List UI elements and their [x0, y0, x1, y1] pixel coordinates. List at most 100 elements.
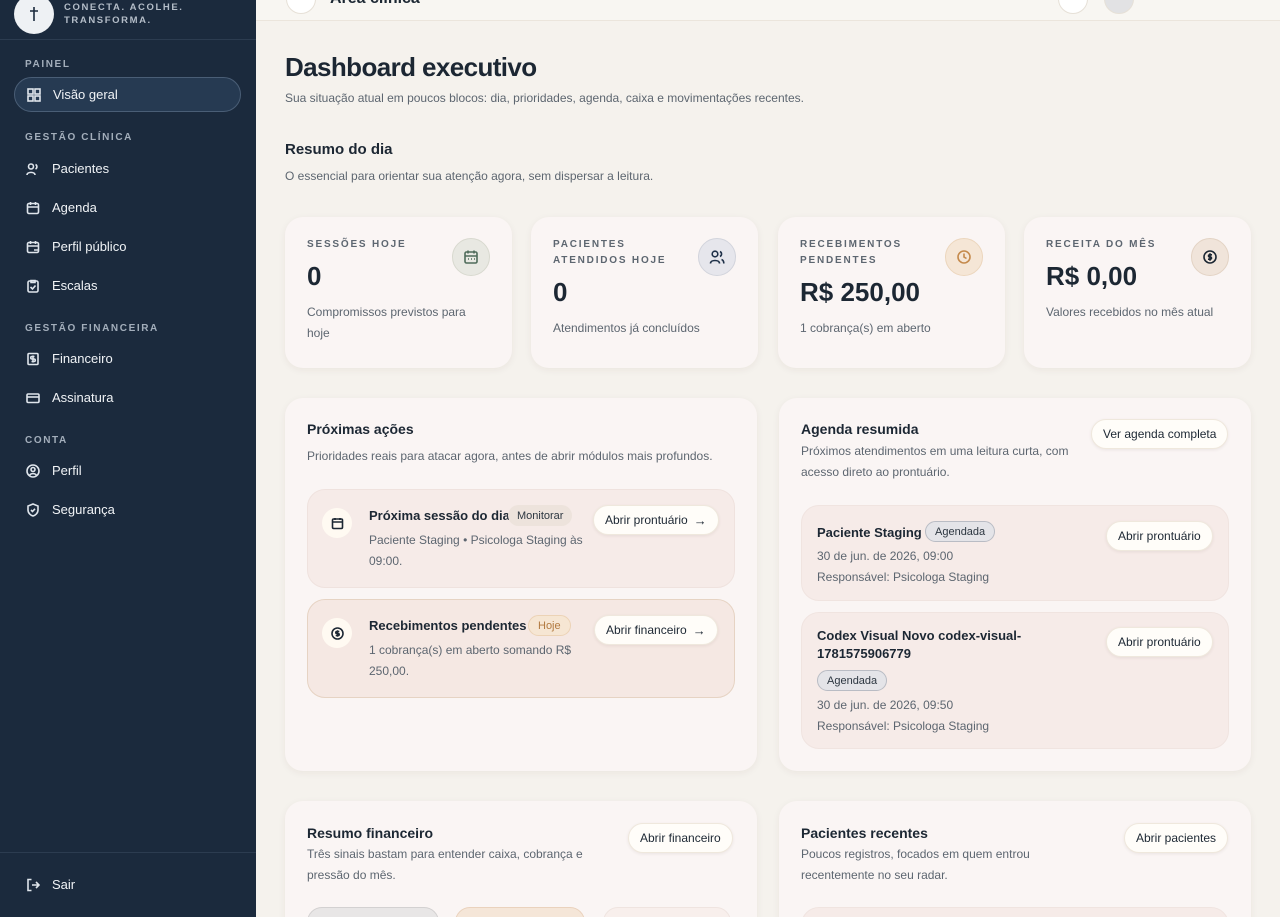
shield-icon: [26, 502, 40, 517]
finance-title: Resumo financeiro: [307, 825, 434, 841]
summary-subtitle: O essencial para orientar sua atenção ag…: [285, 169, 654, 183]
view-full-agenda-button[interactable]: Ver agenda completa: [1091, 419, 1229, 449]
stat-label: RECEITA DO MÊS: [1046, 239, 1157, 250]
stat-card-recebimentos-pendentes: RECEBIMENTOS PENDENTES R$ 250,00 1 cobra…: [778, 217, 1005, 368]
calendar-icon: [26, 201, 40, 215]
sidebar: CONECTA. ACOLHE. TRANSFORMA. PAINEL Visã…: [0, 0, 256, 917]
calendar-icon: [452, 238, 490, 276]
brand-tagline-line2: TRANSFORMA.: [64, 15, 152, 26]
receipt-icon: [26, 352, 40, 366]
action-title: Próxima sessão do dia: [369, 508, 510, 523]
sidebar-item-label: Assinatura: [52, 390, 114, 405]
open-record-button[interactable]: Abrir prontuário: [1106, 627, 1213, 657]
logout-button[interactable]: Sair: [14, 867, 241, 902]
topbar: Área clínica: [256, 0, 1280, 21]
finance-metric-chip: [603, 907, 731, 917]
stat-note: Valores recebidos no mês atual: [1046, 305, 1214, 319]
stat-card-receita-mes: RECEITA DO MÊS R$ 0,00 Valores recebidos…: [1024, 217, 1251, 368]
summary-title: Resumo do dia: [285, 141, 393, 158]
brand-logo[interactable]: [14, 0, 54, 34]
stat-value: 0: [553, 277, 568, 307]
action-card-recebimentos: Recebimentos pendentes Hoje 1 cobrança(s…: [307, 599, 735, 698]
brand: CONECTA. ACOLHE. TRANSFORMA.: [14, 0, 204, 40]
dollar-icon: [1191, 238, 1229, 276]
next-actions-panel: Próximas ações Prioridades reais para at…: [285, 398, 757, 771]
brand-tagline-line1: CONECTA. ACOLHE.: [64, 2, 184, 13]
sidebar-item-perfil-publico[interactable]: Perfil público: [14, 229, 241, 264]
stat-note: Atendimentos já concluídos: [553, 321, 700, 335]
sidebar-item-label: Escalas: [52, 278, 98, 293]
recent-patients-panel: Pacientes recentes Poucos registros, foc…: [779, 801, 1251, 917]
tree-icon: [30, 7, 38, 21]
arrow-right-icon: →: [692, 622, 706, 638]
avatar[interactable]: [1104, 0, 1134, 14]
stat-card-pacientes-atendidos: PACIENTES ATENDIDOS HOJE 0 Atendimentos …: [531, 217, 758, 368]
clipboard-icon: [26, 279, 40, 293]
status-badge: Monitorar: [508, 505, 573, 526]
sidebar-item-label: Pacientes: [52, 161, 110, 176]
open-finance-button[interactable]: Abrir financeiro: [628, 823, 733, 853]
open-record-button[interactable]: Abrir prontuário: [1106, 521, 1213, 551]
brand-tagline: CONECTA. ACOLHE. TRANSFORMA.: [64, 1, 204, 27]
recent-patients-title: Pacientes recentes: [801, 825, 928, 841]
open-finance-button[interactable]: Abrir financeiro →: [594, 615, 718, 645]
agenda-panel: Agenda resumida Próximos atendimentos em…: [779, 398, 1251, 771]
logout-icon: [26, 878, 40, 892]
stat-label: SESSÕES HOJE: [307, 239, 407, 250]
next-actions-title: Próximas ações: [307, 421, 414, 437]
sidebar-item-visao-geral[interactable]: Visão geral: [14, 77, 241, 112]
appointment-responsible: Responsável: Psicologa Staging: [817, 570, 990, 584]
patient-name: Codex Visual Novo codex-visual-178157590…: [817, 628, 1022, 661]
finance-panel: Resumo financeiro Três sinais bastam par…: [285, 801, 757, 917]
open-record-button[interactable]: Abrir prontuário →: [593, 505, 719, 535]
sidebar-item-financeiro[interactable]: Financeiro: [14, 341, 241, 376]
action-title: Recebimentos pendentes: [369, 618, 527, 633]
open-patients-button[interactable]: Abrir pacientes: [1124, 823, 1229, 853]
dollar-icon: [322, 618, 352, 648]
notifications-button[interactable]: [1058, 0, 1088, 14]
status-badge: Hoje: [528, 615, 571, 636]
sidebar-item-label: Agenda: [52, 200, 97, 215]
sidebar-item-assinatura[interactable]: Assinatura: [14, 380, 241, 415]
finance-subtitle: Três sinais bastam para entender caixa, …: [307, 847, 583, 882]
action-card-proxima-sessao: Próxima sessão do dia Monitorar Paciente…: [307, 489, 735, 588]
sidebar-item-perfil[interactable]: Perfil: [14, 453, 241, 488]
agenda-subtitle: Próximos atendimentos em uma leitura cur…: [801, 444, 1069, 479]
agenda-title: Agenda resumida: [801, 421, 919, 437]
action-text: 1 cobrança(s) em aberto somando R$ 250,0…: [369, 643, 572, 678]
sidebar-item-label: Visão geral: [53, 87, 118, 102]
users-icon: [698, 238, 736, 276]
calendar-user-icon: [26, 240, 40, 254]
sidebar-item-seguranca[interactable]: Segurança: [14, 492, 241, 527]
stat-note: 1 cobrança(s) em aberto: [800, 321, 931, 335]
finance-metric-chip: [307, 907, 439, 917]
sidebar-item-label: Segurança: [52, 502, 115, 517]
patient-name: Paciente Staging: [817, 525, 922, 540]
user-circle-icon: [26, 463, 40, 478]
page-title: Dashboard executivo: [285, 52, 537, 82]
stat-label: RECEBIMENTOS PENDENTES: [800, 239, 902, 266]
next-actions-subtitle: Prioridades reais para atacar agora, ant…: [307, 449, 713, 463]
button-label: Abrir financeiro: [606, 623, 687, 637]
sidebar-item-pacientes[interactable]: Pacientes: [14, 151, 241, 186]
divider: [0, 852, 256, 853]
appointment-date: 30 de jun. de 2026, 09:50: [817, 698, 954, 712]
credit-card-icon: [26, 391, 40, 405]
arrow-right-icon: →: [693, 512, 707, 528]
calendar-icon: [322, 508, 352, 538]
sidebar-item-escalas[interactable]: Escalas: [14, 268, 241, 303]
appointment-card: Paciente Staging Agendada 30 de jun. de …: [801, 505, 1229, 601]
topbar-title: Área clínica: [330, 0, 420, 8]
stat-card-sessoes: SESSÕES HOJE 0 Compromissos previstos pa…: [285, 217, 512, 368]
status-badge: Agendada: [817, 670, 888, 691]
sidebar-item-label: Perfil público: [52, 239, 127, 254]
users-icon: [26, 162, 40, 176]
section-conta: CONTA: [25, 435, 68, 446]
clock-icon: [945, 238, 983, 276]
sidebar-item-agenda[interactable]: Agenda: [14, 190, 241, 225]
finance-metric-chip: [455, 907, 585, 917]
list-item: [801, 907, 1229, 917]
appointment-date: 30 de jun. de 2026, 09:00: [817, 549, 954, 563]
section-painel: PAINEL: [25, 59, 71, 70]
menu-toggle-button[interactable]: [286, 0, 316, 14]
